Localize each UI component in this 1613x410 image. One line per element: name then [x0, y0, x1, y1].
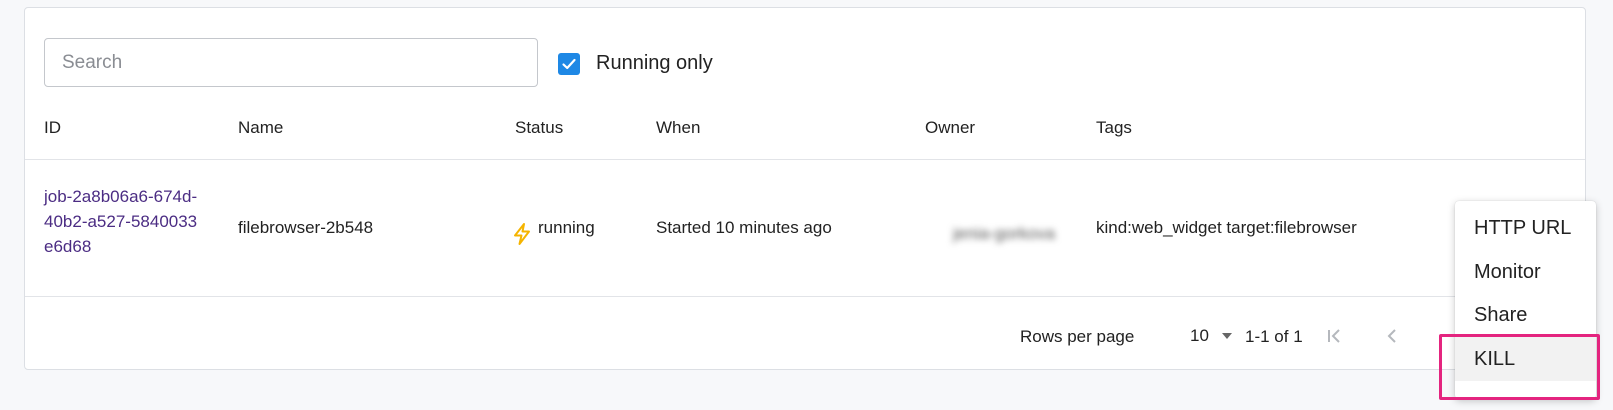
- menu-item-monitor[interactable]: Monitor: [1455, 250, 1596, 294]
- tags-text: kind:web_widget target:filebrowser: [1096, 218, 1357, 237]
- rows-per-page-label: Rows per page: [1020, 327, 1135, 346]
- first-page-icon: [1328, 329, 1340, 343]
- search-input[interactable]: [44, 38, 538, 87]
- pagination-range: 1-1 of 1: [1245, 327, 1303, 346]
- job-id-link[interactable]: job-2a8b06a6-674d-40b2-a527-5840033e6d68: [44, 184, 204, 259]
- rows-per-page-value: 10: [1190, 326, 1209, 345]
- running-only-checkbox[interactable]: [558, 53, 580, 75]
- menu-item-share[interactable]: Share: [1455, 293, 1596, 337]
- status-text: running: [538, 218, 595, 237]
- lightning-bolt-icon: [514, 223, 530, 245]
- column-header-name: Name: [238, 118, 284, 137]
- check-icon: [562, 58, 576, 70]
- first-page-button[interactable]: [1320, 322, 1348, 350]
- running-only-label[interactable]: Running only: [596, 52, 713, 75]
- column-header-tags: Tags: [1096, 118, 1132, 137]
- previous-page-button[interactable]: [1378, 322, 1406, 350]
- rows-per-page-select[interactable]: 10: [1190, 326, 1237, 346]
- column-header-when: When: [656, 118, 701, 137]
- when-text: Started 10 minutes ago: [656, 218, 832, 237]
- column-header-owner: Owner: [925, 118, 976, 137]
- caret-down-icon: [1221, 333, 1232, 339]
- column-header-id: ID: [44, 118, 61, 137]
- header-divider: [25, 159, 1585, 160]
- row-divider: [25, 296, 1585, 297]
- job-name: filebrowser-2b548: [238, 218, 374, 237]
- menu-item-http-url[interactable]: HTTP URL: [1455, 206, 1596, 250]
- chevron-left-icon: [1387, 329, 1396, 343]
- column-header-status: Status: [515, 118, 564, 137]
- owner-text: jenia-gorkova: [953, 224, 1056, 243]
- highlight-box: [1439, 334, 1600, 400]
